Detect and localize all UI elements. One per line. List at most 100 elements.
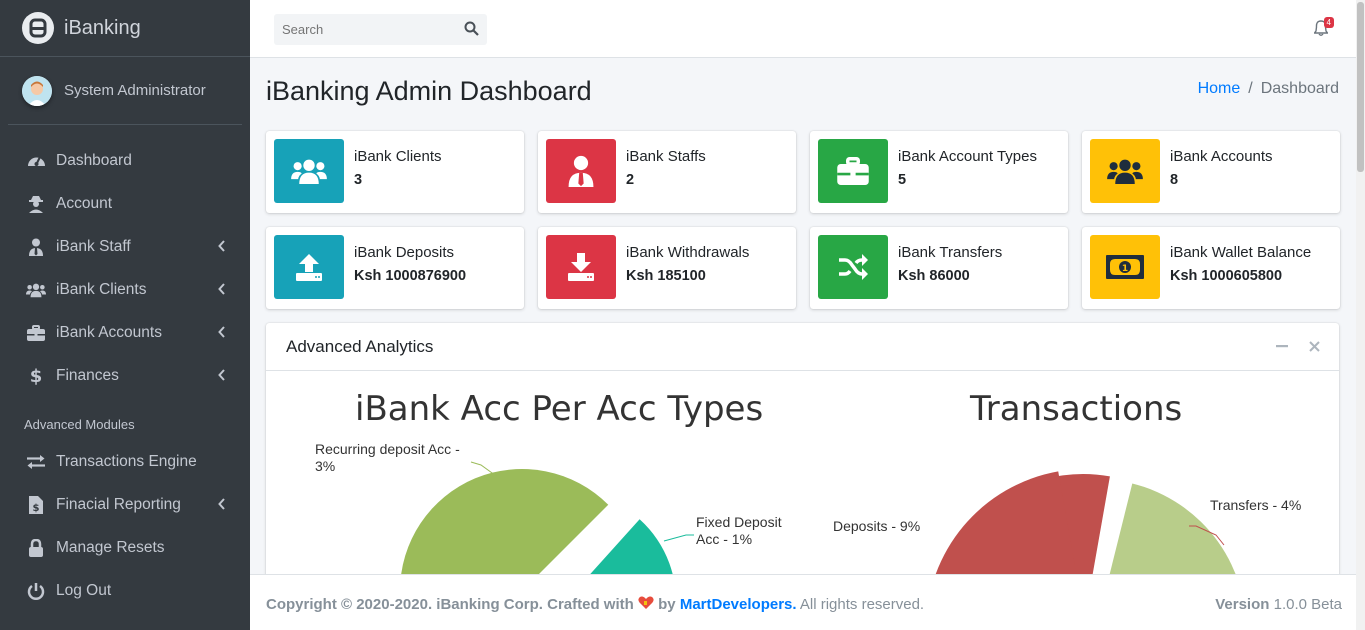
svg-text:1: 1 [1122,264,1128,274]
exchange-icon [26,452,46,472]
sidebar: iBanking System Administrator Dashboard … [0,0,250,630]
sidebar-item-ibank-staff[interactable]: iBank Staff [0,225,250,268]
sidebar-item-account[interactable]: Account [0,182,250,225]
info-box-wallet-balance[interactable]: 1 iBank Wallet Balance Ksh 1000605800 [1082,227,1340,309]
info-box-clients[interactable]: iBank Clients 3 [266,131,524,213]
sidebar-item-finances[interactable]: $ Finances [0,354,250,397]
info-box-deposits[interactable]: iBank Deposits Ksh 1000876900 [266,227,524,309]
svg-text:$: $ [33,503,40,514]
sidebar-item-label: Finances [56,366,119,384]
rights-text: All rights reserved. [799,596,925,613]
sidebar-item-label: iBank Staff [56,237,131,255]
avatar [22,75,52,106]
footer-copyright: Copyright © 2020-2020. iBanking Corp. Cr… [266,596,924,613]
user-name: System Administrator [64,82,206,99]
sidebar-item-log-out[interactable]: Log Out [0,569,250,612]
info-box-value: 8 [1170,172,1179,188]
pie-leader-line [663,534,694,542]
lock-icon [26,538,46,558]
sidebar-item-label: iBank Clients [56,280,147,298]
by-text: by [658,596,676,613]
sidebar-item-ibank-clients[interactable]: iBank Clients [0,268,250,311]
sidebar-item-dashboard[interactable]: Dashboard [0,139,250,182]
users-icon [1090,139,1160,203]
info-box-value: 2 [626,172,635,188]
author-link[interactable]: MartDevelopers. [680,596,797,613]
money-bill-icon: 1 [1090,235,1160,299]
top-navbar: 4 [250,0,1356,58]
footer-version: Version 1.0.0 Beta [1215,596,1342,613]
info-box-value: 3 [354,172,363,188]
sidebar-item-manage-resets[interactable]: Manage Resets [0,526,250,569]
chevron-left-icon [218,325,226,343]
sidebar-item-label: Log Out [56,581,112,599]
dollar-icon: $ [26,366,46,386]
user-panel[interactable]: System Administrator [8,57,242,125]
nav-header-advanced: Advanced Modules [24,417,135,432]
version-label: Version [1215,596,1270,613]
user-secret-icon [26,194,46,214]
random-icon [818,235,888,299]
content-header: iBanking Admin Dashboard Home / Dashboard [266,74,1339,110]
sidebar-nav: Dashboard Account iBank Staff iBank Clie… [0,125,250,612]
pie-label: Transfers - 4% [1210,497,1302,513]
info-box-withdrawals[interactable]: iBank Withdrawals Ksh 185100 [538,227,796,309]
info-box-label: iBank Transfers [898,244,1003,261]
file-invoice-dollar-icon: $ [26,495,46,515]
pie-label: Fixed Deposit Acc - 1% [696,514,782,547]
chevron-left-icon [218,497,226,515]
user-tie-icon [26,237,46,257]
info-box-account-types[interactable]: iBank Account Types 5 [810,131,1068,213]
users-icon [274,139,344,203]
svg-text:$: $ [30,366,42,386]
search-icon[interactable] [464,21,479,41]
download-icon [546,235,616,299]
version-value: 1.0.0 Beta [1273,596,1342,613]
info-box-label: iBank Account Types [898,148,1037,165]
power-off-icon [26,581,46,601]
chevron-left-icon [218,239,226,257]
info-box-value: Ksh 1000876900 [354,268,467,284]
heart-icon [638,596,654,613]
sidebar-item-ibank-accounts[interactable]: iBank Accounts [0,311,250,354]
breadcrumb-current: Dashboard [1260,80,1339,97]
info-box-value: Ksh 86000 [898,268,970,284]
user-tie-icon [546,139,616,203]
info-box-value: 5 [898,172,907,188]
scrollbar-thumb[interactable] [1357,2,1364,172]
info-box-label: iBank Wallet Balance [1170,244,1312,261]
info-box-value: Ksh 1000605800 [1170,268,1283,284]
search-input[interactable] [274,22,454,37]
copyright-text: Copyright © 2020-2020. iBanking Corp. Cr… [266,596,634,613]
sidebar-item-financial-reporting[interactable]: $ Finacial Reporting [0,483,250,526]
upload-icon [274,235,344,299]
breadcrumb-separator: / [1248,80,1253,97]
info-box-label: iBank Deposits [354,244,455,261]
info-box-label: iBank Staffs [626,148,706,165]
notification-badge: 4 [1323,17,1334,28]
info-box-accounts[interactable]: iBank Accounts 8 [1082,131,1340,213]
chevron-left-icon [218,282,226,300]
breadcrumb-home-link[interactable]: Home [1198,80,1241,97]
chevron-left-icon [218,368,226,386]
briefcase-icon [26,323,46,343]
analytics-card: Advanced Analytics iBank Acc Per Acc Typ… [266,323,1339,583]
info-box-staffs[interactable]: iBank Staffs 2 [538,131,796,213]
users-icon [26,280,46,300]
info-box-transfers[interactable]: iBank Transfers Ksh 86000 [810,227,1068,309]
sidebar-item-transactions-engine[interactable]: Transactions Engine [0,440,250,483]
breadcrumb: Home / Dashboard [1198,80,1339,98]
info-box-value: Ksh 185100 [626,268,706,284]
page-scrollbar[interactable] [1356,0,1365,630]
sidebar-item-label: iBank Accounts [56,323,162,341]
pie-label: Deposits - 9% [833,518,921,534]
tachometer-icon [26,151,46,171]
brand-logo-icon [22,12,54,44]
brand-name: iBanking [64,16,141,39]
pie-slice [400,469,609,583]
sidebar-item-label: Finacial Reporting [56,495,181,513]
brand-link[interactable]: iBanking [0,0,250,57]
sidebar-item-label: Dashboard [56,151,132,169]
sidebar-item-label: Manage Resets [56,538,165,556]
info-box-label: iBank Accounts [1170,148,1273,165]
